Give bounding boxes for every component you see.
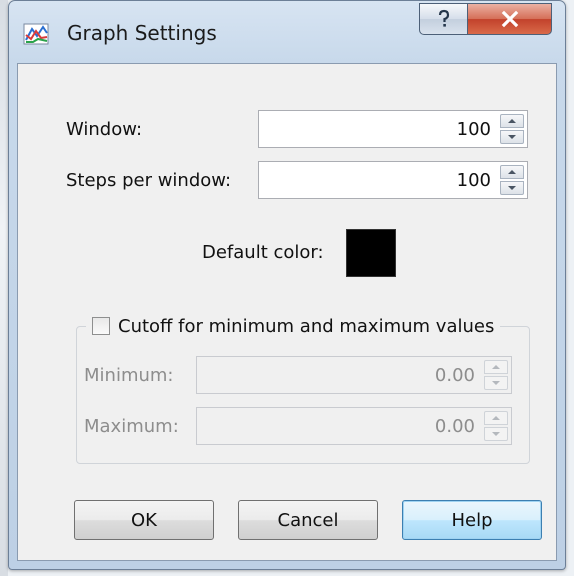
triangle-up-icon [508, 170, 516, 174]
minimum-spin-arrows [484, 360, 508, 390]
window-value: 100 [456, 119, 491, 140]
graph-settings-dialog: Graph Settings Window: 100 Steps per win… [8, 0, 566, 570]
maximum-spin-arrows [484, 411, 508, 441]
cutoff-checkbox[interactable] [92, 317, 110, 335]
dialog-body: Window: 100 Steps per window: 100 Defaul… [17, 63, 557, 561]
close-icon [501, 10, 518, 28]
maximum-spinbox[interactable]: 0.00 [196, 407, 512, 445]
triangle-up-icon [508, 119, 516, 123]
maximum-label: Maximum: [84, 416, 179, 437]
steps-increment-button[interactable] [500, 165, 524, 179]
cancel-button[interactable]: Cancel [238, 500, 378, 540]
window-increment-button[interactable] [500, 114, 524, 128]
title-help-button[interactable] [419, 3, 468, 35]
graph-icon [23, 23, 49, 45]
window-label: Window: [66, 119, 143, 140]
default-color-label: Default color: [202, 242, 324, 263]
maximum-value: 0.00 [434, 416, 475, 437]
minimum-spinbox[interactable]: 0.00 [196, 356, 512, 394]
window-spinbox[interactable]: 100 [258, 110, 528, 148]
steps-spinbox[interactable]: 100 [258, 161, 528, 199]
cutoff-checkbox-row[interactable]: Cutoff for minimum and maximum values [86, 312, 501, 340]
cutoff-label: Cutoff for minimum and maximum values [118, 315, 495, 337]
dialog-title: Graph Settings [67, 21, 217, 45]
minimum-label: Minimum: [84, 365, 174, 386]
title-bar[interactable]: Graph Settings [9, 1, 565, 63]
maximum-decrement-button[interactable] [484, 427, 508, 441]
steps-value: 100 [456, 170, 491, 191]
steps-label: Steps per window: [66, 170, 232, 191]
steps-spin-arrows [500, 165, 524, 195]
window-decrement-button[interactable] [500, 130, 524, 144]
triangle-down-icon [492, 381, 500, 385]
screen: Graph Settings Window: 100 Steps per win… [0, 0, 574, 576]
window-spin-arrows [500, 114, 524, 144]
minimum-decrement-button[interactable] [484, 376, 508, 390]
question-icon [438, 9, 449, 27]
triangle-down-icon [508, 186, 516, 190]
maximum-increment-button[interactable] [484, 411, 508, 425]
triangle-down-icon [508, 135, 516, 139]
ok-button[interactable]: OK [74, 500, 214, 540]
triangle-up-icon [492, 416, 500, 420]
triangle-up-icon [492, 365, 500, 369]
default-color-swatch[interactable] [346, 229, 396, 277]
title-close-button[interactable] [467, 3, 552, 35]
minimum-increment-button[interactable] [484, 360, 508, 374]
help-button[interactable]: Help [402, 500, 542, 540]
triangle-down-icon [492, 432, 500, 436]
minimum-value: 0.00 [434, 365, 475, 386]
steps-decrement-button[interactable] [500, 181, 524, 195]
background-window-edge [0, 0, 8, 576]
